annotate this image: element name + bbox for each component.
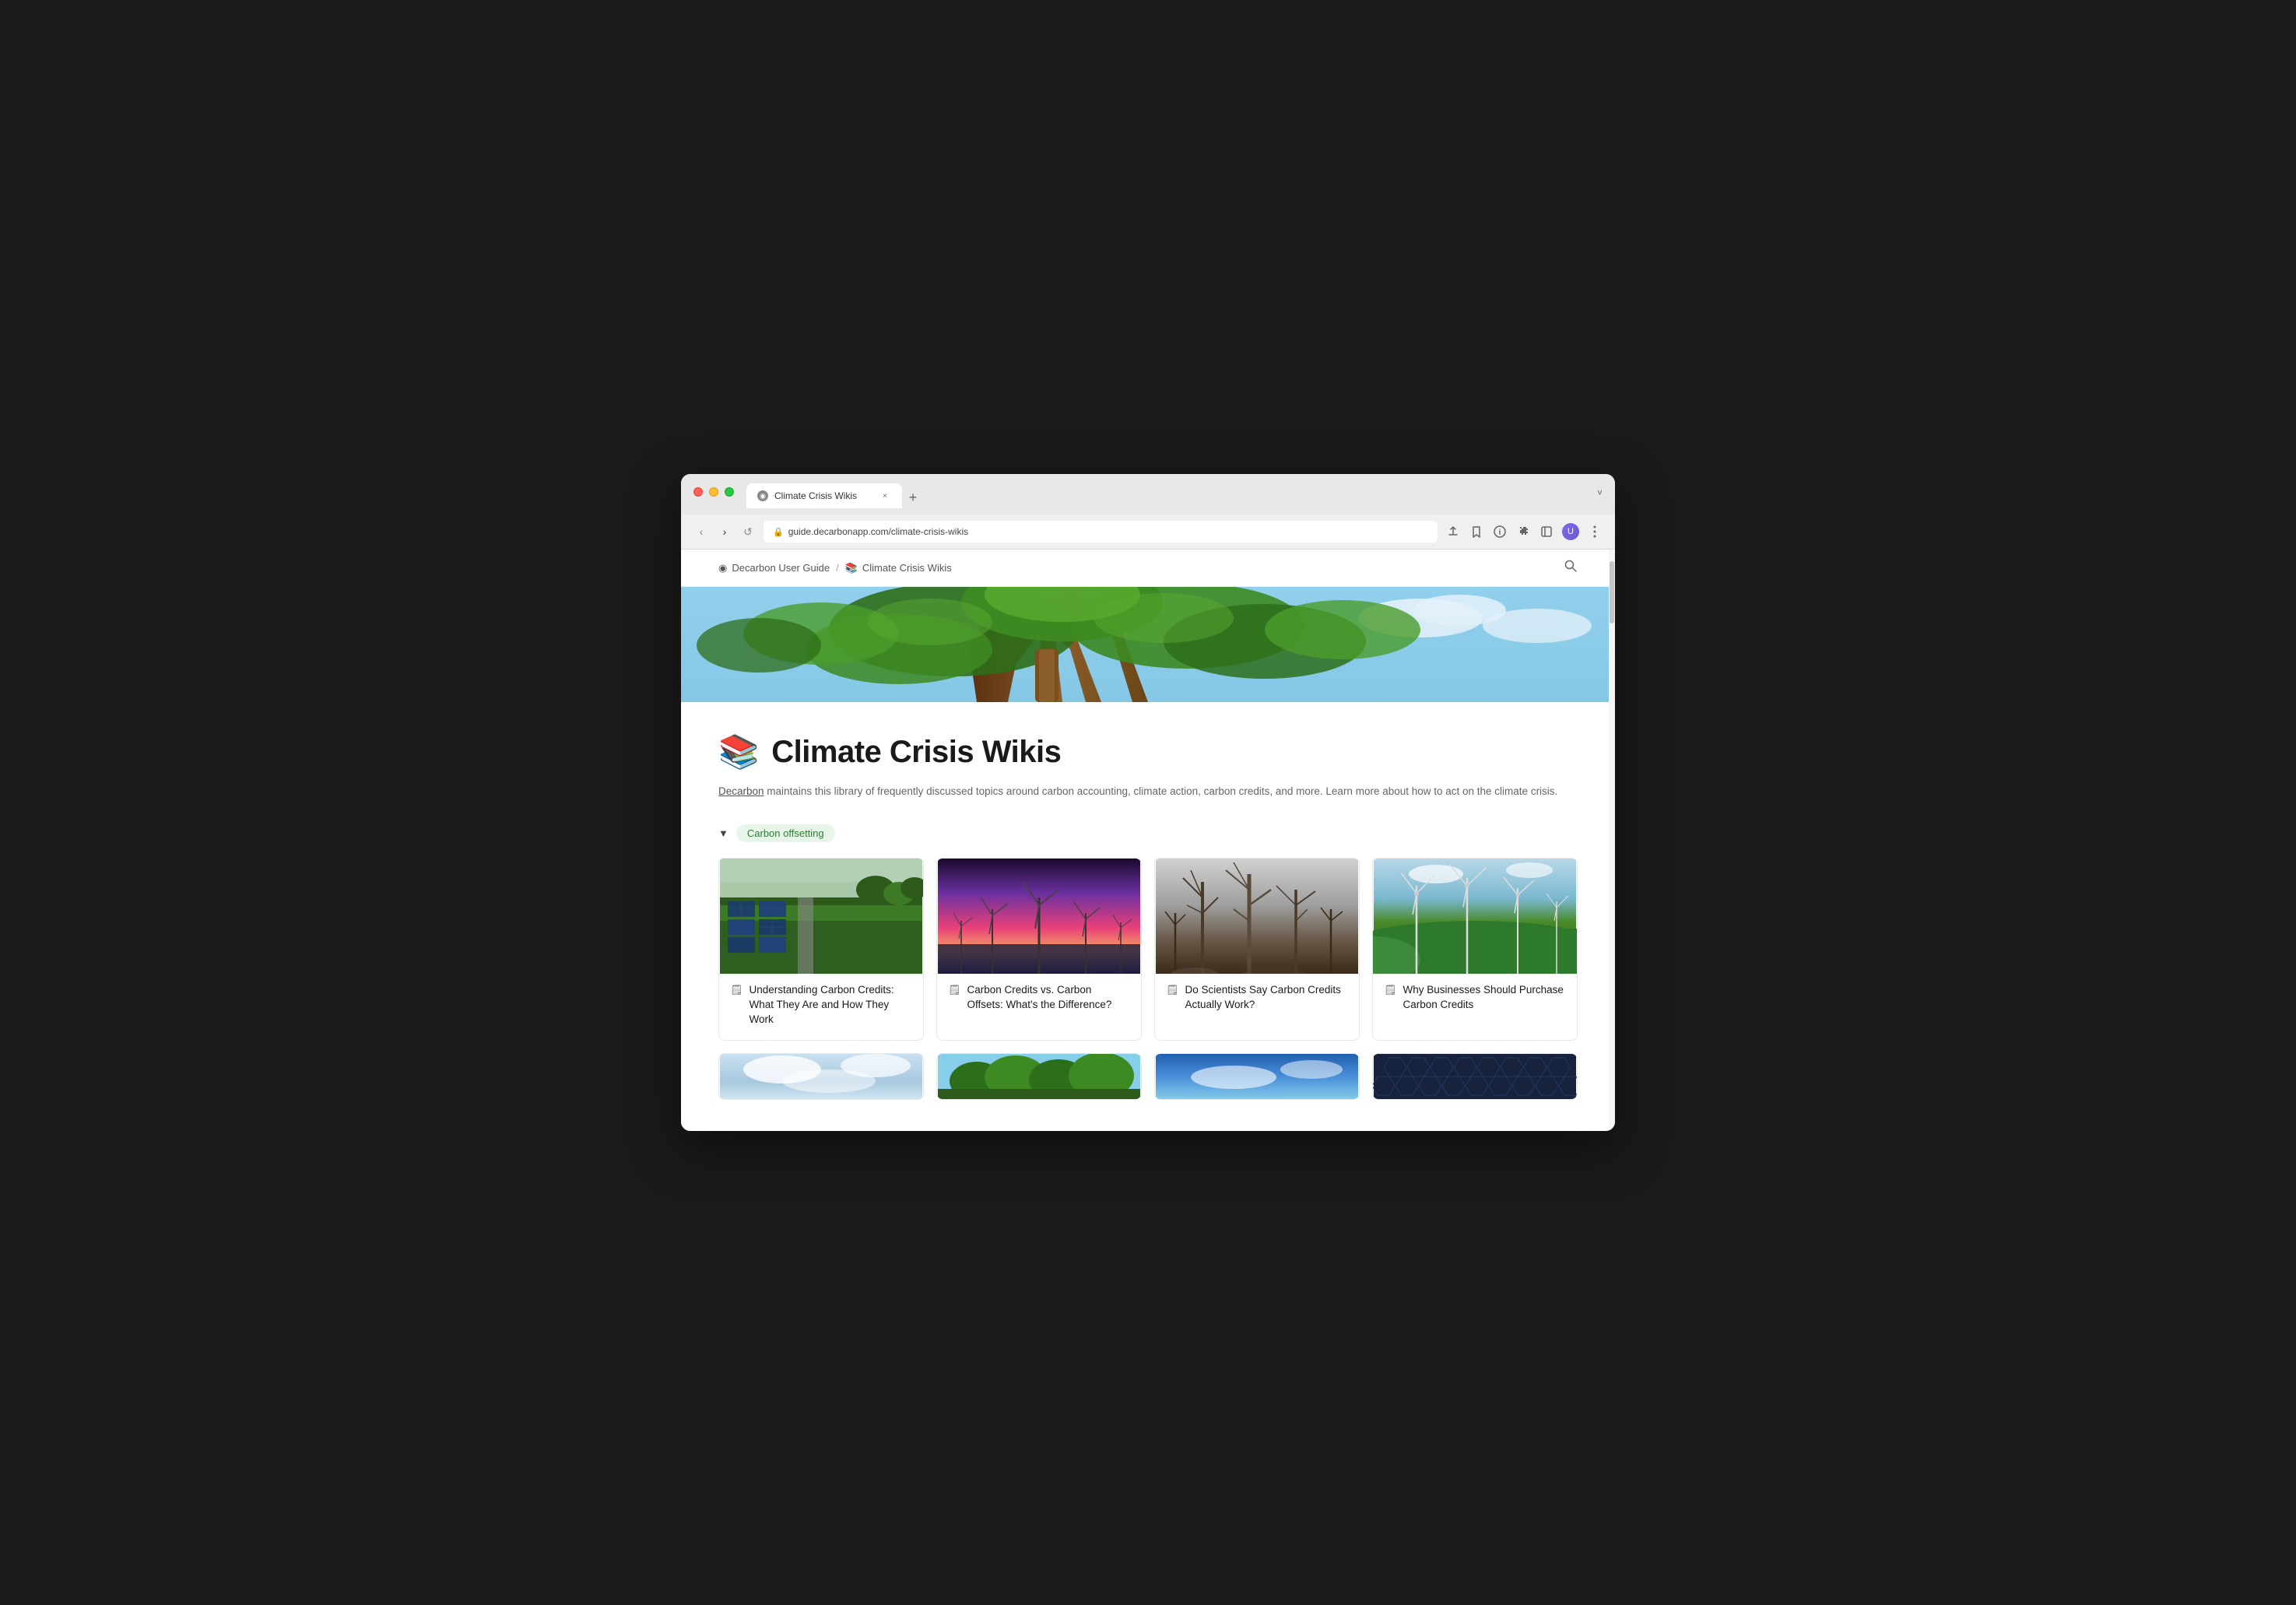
- card-4-doc-icon: 🗒: [1384, 984, 1397, 996]
- card-sky[interactable]: [718, 1053, 924, 1100]
- title-bar: ◉ Climate Crisis Wikis × + ˅: [681, 474, 1615, 515]
- page-content: ◉ Decarbon User Guide / 📚 Climate Crisis…: [681, 550, 1615, 1131]
- bookmark-icon[interactable]: [1469, 524, 1484, 539]
- card-4-body: 🗒 Why Businesses Should Purchase Carbon …: [1373, 974, 1577, 1025]
- search-button[interactable]: [1564, 559, 1578, 577]
- url-bar[interactable]: 🔒 guide.decarbonapp.com/climate-crisis-w…: [764, 521, 1438, 543]
- page-emoji: 📚: [718, 733, 759, 771]
- refresh-button[interactable]: ↺: [740, 524, 756, 539]
- card-forest[interactable]: [936, 1053, 1142, 1100]
- user-avatar[interactable]: U: [1562, 523, 1579, 540]
- card-dark-hex[interactable]: [1372, 1053, 1578, 1100]
- card-4-title: Why Businesses Should Purchase Carbon Cr…: [1403, 983, 1566, 1013]
- breadcrumb-home-label: Decarbon User Guide: [732, 562, 830, 574]
- breadcrumb-current[interactable]: 📚 Climate Crisis Wikis: [845, 562, 952, 574]
- section-header: ▼ Carbon offsetting: [718, 824, 1578, 842]
- tab-favicon: ◉: [757, 490, 768, 501]
- more-options-icon[interactable]: [1587, 524, 1603, 539]
- page-title-row: 📚 Climate Crisis Wikis: [718, 733, 1578, 771]
- card-blue-sky[interactable]: [1154, 1053, 1360, 1100]
- lock-icon: 🔒: [773, 527, 784, 537]
- tab-close-button[interactable]: ×: [879, 490, 891, 502]
- sidebar-icon[interactable]: [1539, 524, 1554, 539]
- forward-button[interactable]: ›: [717, 524, 732, 539]
- description-text: maintains this library of frequently dis…: [764, 785, 1558, 797]
- card-1-body: 🗒 Understanding Carbon Credits: What The…: [719, 974, 923, 1040]
- hero-image: [681, 587, 1615, 702]
- main-content: 📚 Climate Crisis Wikis Decarbon maintain…: [681, 702, 1615, 1131]
- home-icon: ◉: [718, 562, 727, 574]
- card-wind-green[interactable]: 🗒 Why Businesses Should Purchase Carbon …: [1372, 858, 1578, 1041]
- breadcrumb-separator: /: [836, 562, 839, 574]
- url-text: guide.decarbonapp.com/climate-crisis-wik…: [788, 526, 968, 537]
- tab-label: Climate Crisis Wikis: [774, 490, 872, 501]
- breadcrumb-current-icon: 📚: [845, 562, 858, 574]
- traffic-lights: [693, 487, 734, 497]
- card-2-title: Carbon Credits vs. Carbon Offsets: What'…: [967, 983, 1130, 1013]
- card-burned[interactable]: 🗒 Do Scientists Say Carbon Credits Actua…: [1154, 858, 1360, 1041]
- browser-content: ◉ Decarbon User Guide / 📚 Climate Crisis…: [681, 550, 1615, 1131]
- cards-grid: 🗒 Understanding Carbon Credits: What The…: [718, 858, 1578, 1041]
- card-1-doc-icon: 🗒: [730, 984, 743, 996]
- share-icon[interactable]: [1445, 524, 1461, 539]
- cards-grid-row2: [718, 1053, 1578, 1100]
- tab-list-chevron[interactable]: ˅: [1597, 487, 1603, 504]
- new-tab-button[interactable]: +: [902, 486, 924, 508]
- breadcrumb-home[interactable]: ◉ Decarbon User Guide: [718, 562, 830, 574]
- scrollbar-track[interactable]: [1609, 550, 1615, 1131]
- minimize-button[interactable]: [709, 487, 718, 497]
- card-1-title: Understanding Carbon Credits: What They …: [750, 983, 912, 1027]
- active-tab[interactable]: ◉ Climate Crisis Wikis ×: [746, 483, 902, 508]
- svg-text:i: i: [1499, 529, 1501, 537]
- extensions-icon[interactable]: [1515, 524, 1531, 539]
- breadcrumb: ◉ Decarbon User Guide / 📚 Climate Crisis…: [681, 550, 1615, 587]
- info-icon[interactable]: i: [1492, 524, 1508, 539]
- browser-window: ◉ Climate Crisis Wikis × + ˅ ‹ › ↺ 🔒 gui…: [681, 474, 1615, 1131]
- card-solar[interactable]: 🗒 Understanding Carbon Credits: What The…: [718, 858, 924, 1041]
- card-wind-sunset[interactable]: 🗒 Carbon Credits vs. Carbon Offsets: Wha…: [936, 858, 1142, 1041]
- toolbar-icons: i U: [1445, 523, 1603, 540]
- card-2-body: 🗒 Carbon Credits vs. Carbon Offsets: Wha…: [937, 974, 1141, 1025]
- page-title: Climate Crisis Wikis: [771, 735, 1061, 770]
- page-description: Decarbon maintains this library of frequ…: [718, 784, 1578, 799]
- breadcrumb-current-label: Climate Crisis Wikis: [862, 562, 952, 574]
- scrollbar-thumb[interactable]: [1610, 561, 1614, 623]
- back-button[interactable]: ‹: [693, 524, 709, 539]
- card-2-doc-icon: 🗒: [948, 984, 961, 996]
- card-3-doc-icon: 🗒: [1166, 984, 1179, 996]
- address-bar: ‹ › ↺ 🔒 guide.decarbonapp.com/climate-cr…: [681, 515, 1615, 550]
- decarbon-link[interactable]: Decarbon: [718, 785, 764, 797]
- section-toggle[interactable]: ▼: [718, 827, 728, 839]
- card-3-title: Do Scientists Say Carbon Credits Actuall…: [1185, 983, 1348, 1013]
- close-button[interactable]: [693, 487, 703, 497]
- card-3-body: 🗒 Do Scientists Say Carbon Credits Actua…: [1155, 974, 1359, 1025]
- section-tag[interactable]: Carbon offsetting: [736, 824, 835, 842]
- maximize-button[interactable]: [725, 487, 734, 497]
